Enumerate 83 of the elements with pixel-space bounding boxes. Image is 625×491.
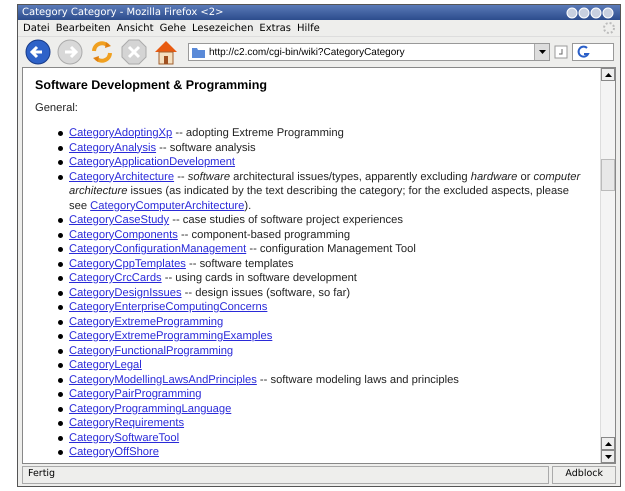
category-link[interactable]: CategoryCrcCards [69,272,162,284]
category-link[interactable]: CategoryCaseStudy [69,214,170,226]
category-entry: CategoryArchitecture -- software architectural issues/types, apparently excluding hardware or computer architecture issues (as indicated by the text describing the category; for the excluded aspects, please see CategoryComputerArchitecture). [69,170,582,213]
scroll-thumb[interactable] [601,159,615,191]
category-link[interactable]: CategoryApplicationDevelopment [69,156,236,168]
category-link[interactable]: CategoryDesignIssues [69,286,182,298]
window-controls-icon[interactable] [566,6,616,18]
category-entry: CategoryCaseStudy -- case studies of software project experiences [69,213,404,228]
bullet-icon [58,436,63,440]
scroll-up-button[interactable] [601,437,615,450]
category-link[interactable]: CategoryEnterpriseComputingConcerns [69,301,268,313]
category-link[interactable]: CategoryFunctionalProgramming [69,344,234,356]
menu-item[interactable]: Ansicht [114,22,157,34]
folder-icon [192,46,205,58]
go-icon[interactable] [554,45,568,59]
category-link[interactable]: CategoryOffShore [69,446,159,458]
menu-item[interactable]: Hilfe [294,22,323,34]
bullet-icon [58,334,63,339]
scrollbar[interactable] [600,68,615,463]
category-entry: CategoryCppTemplates -- software templates [69,256,294,271]
bullet-icon [58,146,63,150]
window-title: Category Category - Mozilla Firefox <2> [22,7,224,18]
adblock-label[interactable]: Adblock [552,466,616,484]
search-engine-icon [576,45,590,59]
bullet-icon [58,450,63,455]
category-link[interactable]: CategoryProgrammingLanguage [69,402,232,414]
page-heading: Software Development & Programming [35,78,268,92]
category-link[interactable]: CategoryComputerArchitecture [90,200,244,212]
intro-text: General: [35,102,79,114]
caret-icon [538,50,546,54]
up-arrow-icon [604,72,612,76]
category-entry: CategoryDesignIssues -- design issues (software, so far) [69,286,352,300]
menu-item[interactable]: Extras [256,22,294,34]
throbber-icon [602,21,616,35]
category-link[interactable]: CategoryModellingLawsAndPrinciples [69,374,257,386]
menu-item[interactable]: Lesezeichen [188,22,256,34]
category-link[interactable]: CategoryExtremeProgrammingExamples [69,330,272,342]
category-link[interactable]: CategoryPairProgramming [69,388,202,400]
bullet-icon [58,174,63,180]
bullet-icon [58,247,63,252]
category-entry: CategoryCrcCards -- using cards in software development [69,271,358,286]
category-link[interactable]: CategoryAdoptingXp [69,127,172,139]
bullet-icon [58,320,63,324]
category-link[interactable]: CategoryConfigurationManagement [69,243,246,255]
category-link[interactable]: CategoryComponents [69,228,178,240]
bullet-icon [58,348,63,354]
category-entry: CategoryAnalysis -- software analysis [69,140,257,155]
status-text: Fertig [22,466,550,484]
category-entry: CategoryComponents -- component-based programming [69,228,352,242]
back-icon[interactable] [24,38,52,66]
bullet-icon [58,378,63,382]
category-link[interactable]: CategoryArchitecture [69,170,174,182]
up-arrow-icon [604,442,612,446]
category-link[interactable]: CategoryCppTemplates [69,258,186,270]
bullet-icon [58,232,63,238]
category-link[interactable]: CategoryLegal [69,359,142,371]
category-link[interactable]: CategoryExtremeProgramming [69,316,224,328]
down-arrow-icon [604,454,612,458]
dropdown-button[interactable] [534,44,549,60]
scroll-up-button[interactable] [601,68,615,81]
category-link[interactable]: CategorySoftwareTool [69,432,180,444]
address-field[interactable]: http://c2.com/cgi-bin/wiki?CategoryCategory [188,43,550,61]
bullet-icon [58,160,63,165]
menu-item[interactable]: Datei [20,22,53,34]
bullet-icon [58,218,63,223]
bullet-icon [58,305,63,310]
search-field[interactable] [572,43,614,61]
bullet-icon [58,392,63,397]
menu-item[interactable]: Bearbeiten [52,22,114,34]
menu-item[interactable]: Gehe [156,22,189,34]
category-link[interactable]: CategoryRequirements [69,417,184,429]
category-entry: CategoryModellingLawsAndPrinciples -- software modeling laws and principles [69,372,460,387]
bullet-icon [58,131,63,136]
scroll-down-button[interactable] [601,450,615,463]
bullet-icon [58,363,63,368]
bullet-icon [58,421,63,426]
category-entry: CategoryAdoptingXp -- adopting Extreme Programming [69,126,345,140]
category-entry: CategoryConfigurationManagement -- configuration Management Tool [69,242,417,256]
bullet-icon [58,262,63,266]
category-link[interactable]: CategoryAnalysis [69,142,156,154]
bullet-icon [58,290,63,296]
bullet-icon [58,276,63,281]
bullet-icon [58,406,63,412]
